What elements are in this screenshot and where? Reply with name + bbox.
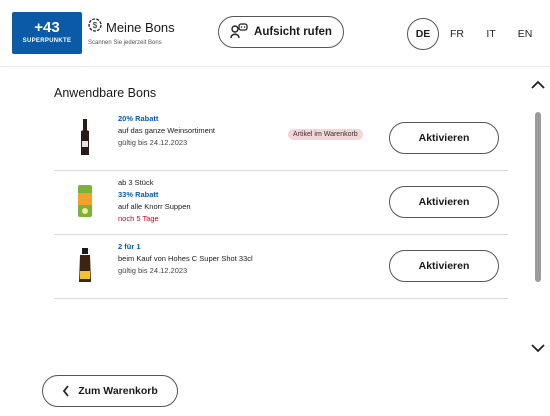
activate-button[interactable]: Aktivieren (389, 250, 499, 282)
points-label: SUPERPUNKTE (22, 38, 72, 44)
in-cart-badge: Artikel im Warenkorb (288, 129, 363, 140)
chevron-up-icon[interactable] (530, 80, 546, 90)
chevron-left-icon (63, 385, 69, 397)
points-value: +43 (34, 19, 60, 36)
page-title: Meine Bons (106, 20, 175, 35)
language-fr[interactable]: FR (441, 18, 473, 50)
activate-button[interactable]: Aktivieren (389, 122, 499, 154)
coupon-icon: $ (88, 18, 102, 37)
scrollbar[interactable] (535, 112, 541, 282)
bon-item: 20% Rabatt auf das ganze Weinsortiment g… (54, 107, 508, 171)
bon-headline: 20% Rabatt (118, 114, 159, 123)
call-attendant-label: Aufsicht rufen (254, 26, 332, 38)
header-divider (0, 66, 550, 67)
svg-text:$: $ (93, 21, 98, 30)
back-to-cart-button[interactable]: Zum Warenkorb (42, 375, 178, 407)
section-title: Anwendbare Bons (54, 86, 157, 100)
bon-headline: 33% Rabatt (118, 190, 159, 199)
activate-button[interactable]: Aktivieren (389, 186, 499, 218)
bon-validity: gültig bis 24.12.2023 (118, 266, 188, 275)
bon-condition: ab 3 Stück (118, 178, 154, 187)
soup-pack-icon (78, 185, 92, 217)
bon-description: auf das ganze Weinsortiment (118, 126, 215, 135)
back-to-cart-label: Zum Warenkorb (78, 385, 158, 397)
chevron-down-icon[interactable] (530, 343, 546, 353)
bon-description: beim Kauf von Hohes C Super Shot 33cl (118, 254, 253, 263)
shot-bottle-icon (79, 248, 91, 282)
superpunkte-badge: +43 SUPERPUNKTE (12, 12, 82, 54)
bon-description: auf alle Knorr Suppen (118, 202, 191, 211)
language-it[interactable]: IT (475, 18, 507, 50)
wine-bottle-icon (81, 119, 89, 155)
bon-headline: 2 für 1 (118, 242, 141, 251)
language-en[interactable]: EN (509, 18, 541, 50)
language-de[interactable]: DE (407, 18, 439, 50)
bon-item: 2 für 1 beim Kauf von Hohes C Super Shot… (54, 235, 508, 299)
bon-validity: gültig bis 24.12.2023 (118, 138, 188, 147)
bons-title-block: $ Meine Bons Scannen Sie jederzeit Bons (88, 18, 175, 46)
attendant-icon (230, 22, 254, 42)
page-subtitle: Scannen Sie jederzeit Bons (88, 40, 162, 46)
bon-expiry-warning: noch 5 Tage (118, 214, 159, 223)
bon-item: ab 3 Stück 33% Rabatt auf alle Knorr Sup… (54, 171, 508, 235)
header: +43 SUPERPUNKTE $ Meine Bons Scannen Sie… (0, 0, 550, 66)
call-attendant-button[interactable]: Aufsicht rufen (218, 16, 344, 48)
